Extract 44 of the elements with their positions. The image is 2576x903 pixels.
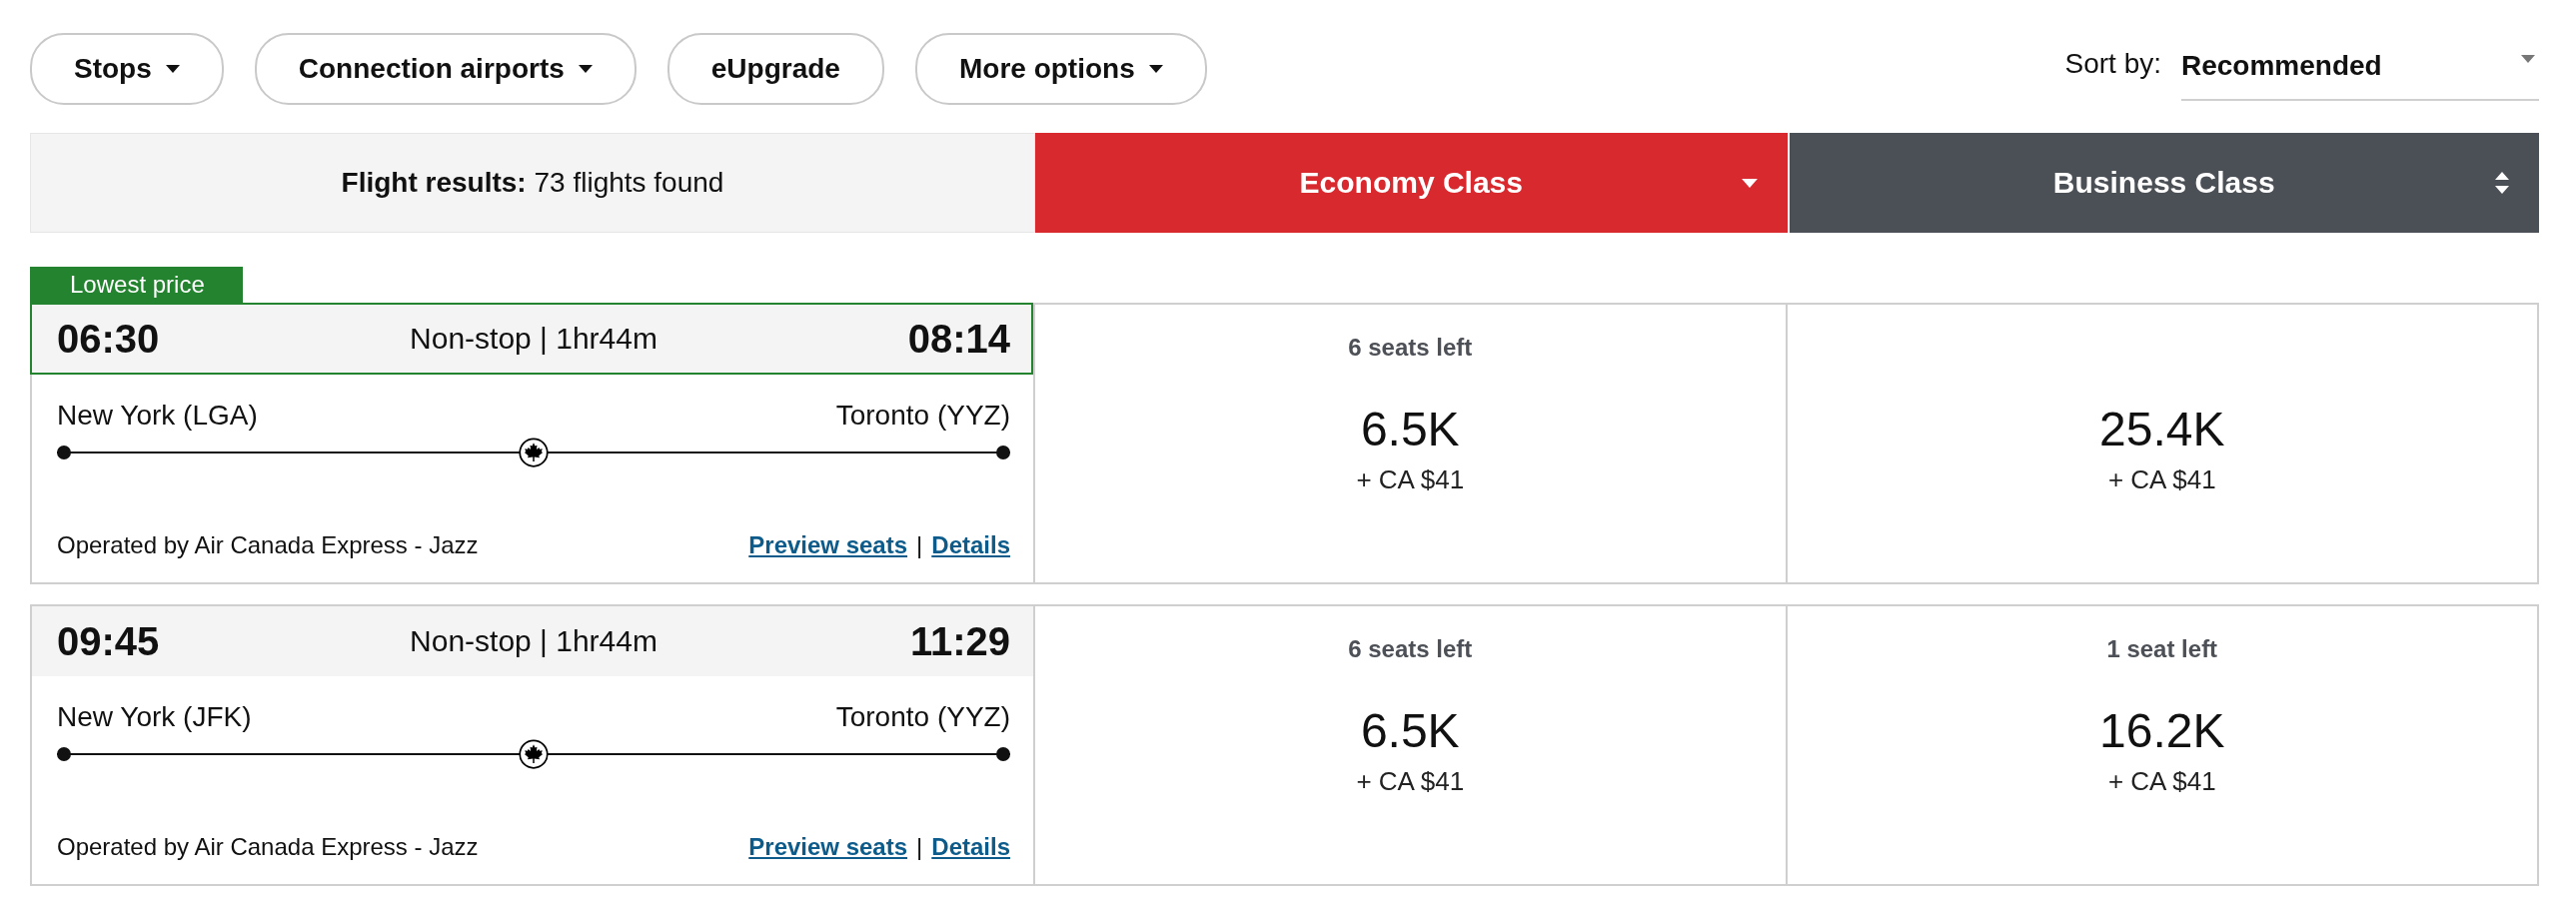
link-separator: | xyxy=(916,832,923,862)
departure-time: 06:30 xyxy=(57,316,161,362)
sort-icon xyxy=(2495,171,2509,195)
preview-seats-link[interactable]: Preview seats xyxy=(748,832,908,862)
maple-leaf-icon xyxy=(519,438,549,467)
seats-left: 1 seat left xyxy=(2106,635,2218,663)
link-separator: | xyxy=(916,530,923,560)
fare-fee: + CA $41 xyxy=(1356,464,1465,494)
fare-points: 25.4K xyxy=(2099,402,2225,457)
destination-city: Toronto (YYZ) xyxy=(835,702,1010,732)
cabin-tab[interactable]: Economy Class xyxy=(1035,133,1788,233)
arrival-time: 08:14 xyxy=(907,316,1010,362)
fare-points: 6.5K xyxy=(1360,402,1460,457)
details-link[interactable]: Details xyxy=(931,530,1010,560)
fare-fee: + CA $41 xyxy=(2107,464,2216,494)
filter-button[interactable]: eUpgrade xyxy=(666,33,884,105)
flight-badge: Lowest price xyxy=(30,267,243,303)
seats-left: 6 seats left xyxy=(1348,334,1473,362)
fare-fee: + CA $41 xyxy=(2107,766,2216,796)
flight-duration: Non-stop | 1hr44m xyxy=(410,624,657,658)
arrival-time: 11:29 xyxy=(909,618,1010,664)
destination-city: Toronto (YYZ) xyxy=(835,401,1010,431)
sort-dropdown[interactable]: Recommended xyxy=(2181,33,2539,101)
caret-icon xyxy=(1741,178,1758,188)
filter-button[interactable]: Stops xyxy=(30,33,224,105)
origin-city: New York (LGA) xyxy=(57,401,258,431)
fare-points: 16.2K xyxy=(2099,703,2225,759)
preview-seats-link[interactable]: Preview seats xyxy=(748,530,908,560)
seats-left: 6 seats left xyxy=(1348,635,1473,663)
cabin-tab[interactable]: Business Class xyxy=(1789,133,2539,233)
maple-leaf-icon xyxy=(519,739,549,769)
filter-button[interactable]: More options xyxy=(914,33,1207,105)
filter-button[interactable]: Connection airports xyxy=(254,33,637,105)
flight-duration: Non-stop | 1hr44m xyxy=(410,322,657,356)
fare-fee: + CA $41 xyxy=(1356,766,1465,796)
operator-text: Operated by Air Canada Express - Jazz xyxy=(57,530,479,560)
departure-time: 09:45 xyxy=(57,618,161,664)
details-link[interactable]: Details xyxy=(931,832,1010,862)
caret-icon xyxy=(2521,55,2535,63)
sort-label: Sort by: xyxy=(2064,48,2161,80)
fare-points: 6.5K xyxy=(1360,703,1460,759)
operator-text: Operated by Air Canada Express - Jazz xyxy=(57,832,479,862)
origin-city: New York (JFK) xyxy=(57,702,252,732)
results-summary: Flight results: 73 flights found xyxy=(30,133,1035,233)
